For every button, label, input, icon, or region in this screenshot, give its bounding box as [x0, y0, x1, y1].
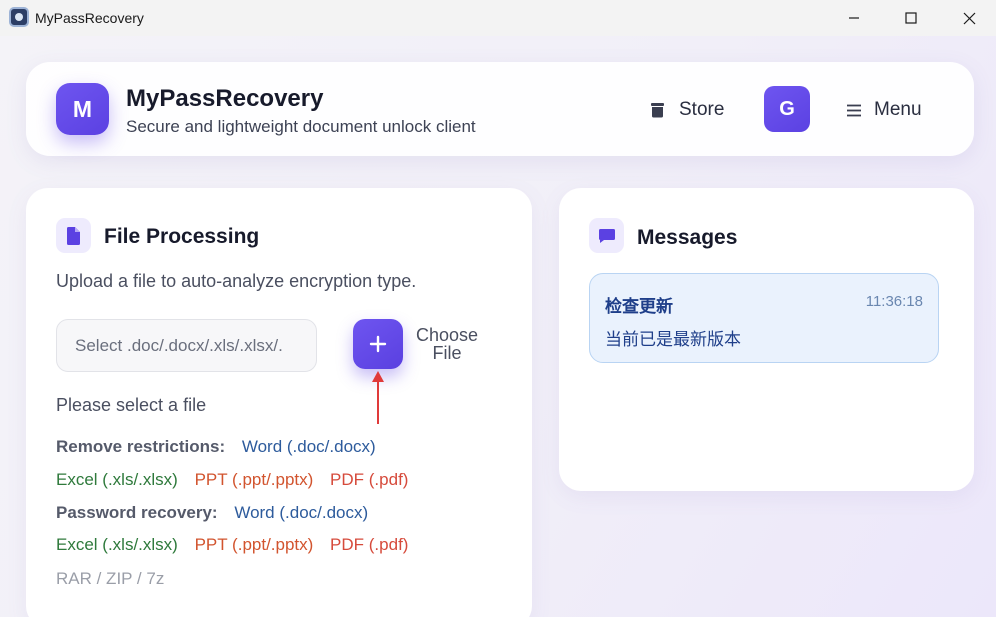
maximize-button[interactable] — [888, 0, 934, 36]
format-ppt: PPT (.ppt/.pptx) — [194, 470, 314, 489]
remove-restrictions-formats-row: Excel (.xls/.xlsx) PPT (.ppt/.pptx) PDF … — [56, 470, 420, 490]
format-excel: Excel (.xls/.xlsx) — [56, 470, 178, 489]
file-status: Please select a file — [56, 395, 207, 415]
message-item[interactable]: 检查更新 11:36:18 当前已是最新版本 — [589, 273, 939, 363]
messages-title: Messages — [637, 226, 738, 249]
close-button[interactable] — [946, 0, 992, 36]
menu-label: Menu — [874, 99, 922, 120]
messages-panel-icon-badge — [589, 218, 624, 253]
format-word: Word (.doc/.docx) — [234, 503, 369, 522]
password-recovery-label: Password recovery: — [56, 503, 218, 522]
store-button[interactable]: Store — [650, 96, 724, 124]
messages-panel: Messages 检查更新 11:36:18 当前已是最新版本 — [559, 188, 974, 491]
format-archive: RAR / ZIP / 7z — [56, 569, 165, 588]
file-panel-icon-badge — [56, 218, 91, 253]
header-card: M MyPassRecovery Secure and lightweight … — [26, 62, 974, 156]
app-title: MyPassRecovery — [126, 85, 324, 112]
user-avatar-button[interactable]: G — [764, 86, 810, 132]
format-excel: Excel (.xls/.xlsx) — [56, 535, 178, 554]
upload-hint: Upload a file to auto-analyze encryption… — [56, 271, 417, 291]
minimize-button[interactable] — [831, 0, 877, 36]
window-title: MyPassRecovery — [35, 10, 144, 26]
remove-restrictions-row: Remove restrictions: Word (.doc/.docx) — [56, 437, 388, 457]
password-recovery-row: Password recovery: Word (.doc/.docx) — [56, 503, 380, 523]
plus-icon — [369, 335, 387, 353]
remove-restrictions-label: Remove restrictions: — [56, 437, 226, 456]
app-logo: M — [56, 83, 109, 135]
format-word: Word (.doc/.docx) — [241, 437, 376, 456]
format-ppt: PPT (.ppt/.pptx) — [194, 535, 314, 554]
file-path-input[interactable] — [56, 319, 317, 372]
app-subtitle: Secure and lightweight document unlock c… — [126, 117, 476, 136]
store-label: Store — [679, 99, 725, 120]
close-icon — [963, 12, 975, 24]
format-pdf: PDF (.pdf) — [330, 470, 409, 489]
password-recovery-formats-row: Excel (.xls/.xlsx) PPT (.ppt/.pptx) PDF … — [56, 535, 420, 555]
file-processing-title: File Processing — [104, 225, 260, 248]
hamburger-icon — [847, 104, 861, 116]
message-title: 检查更新 — [605, 297, 673, 316]
window-titlebar: MyPassRecovery — [0, 0, 996, 36]
maximize-icon — [905, 12, 917, 24]
message-body: 当前已是最新版本 — [605, 330, 741, 349]
store-icon — [651, 103, 664, 118]
file-processing-panel: File Processing Upload a file to auto-an… — [26, 188, 532, 617]
choose-file-label[interactable]: Choose File — [411, 326, 483, 362]
choose-label-line2: File — [432, 343, 462, 363]
format-pdf: PDF (.pdf) — [330, 535, 409, 554]
menu-button[interactable]: Menu — [846, 96, 922, 124]
choose-file-button[interactable] — [353, 319, 403, 369]
pointer-arrow-icon — [372, 371, 384, 424]
chat-icon — [598, 228, 615, 243]
app-icon — [9, 7, 29, 27]
archive-formats-row: RAR / ZIP / 7z — [56, 569, 176, 589]
document-icon — [67, 226, 80, 245]
minimize-icon — [849, 17, 859, 19]
choose-label-line1: Choose — [415, 325, 479, 345]
message-time: 11:36:18 — [865, 293, 923, 310]
